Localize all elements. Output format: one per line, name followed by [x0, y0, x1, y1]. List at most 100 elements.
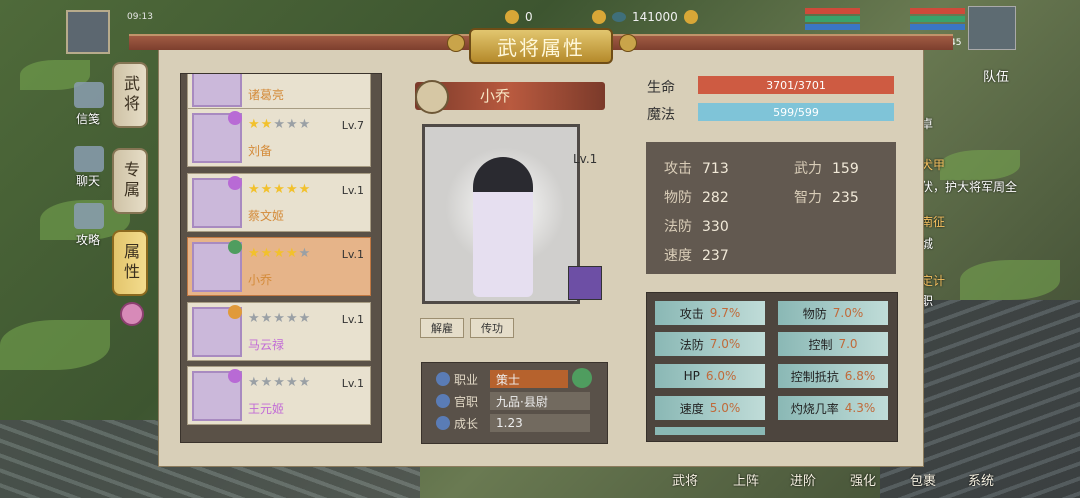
bonus-attack: 攻击 9.7%	[655, 301, 765, 325]
hero-stars: ★★★★★	[248, 246, 312, 261]
hero-stars: ★★★★★	[248, 182, 312, 197]
team-status-bars	[805, 8, 860, 32]
bottom-nav-hero[interactable]: 武将	[672, 470, 698, 489]
bonus-speed: 速度 5.0%	[655, 396, 765, 420]
hero-name: 刘备	[248, 144, 273, 158]
hero-card-xiaoqiao[interactable]: ★★★★★ Lv.1 小乔	[187, 237, 371, 296]
growth-row: 成长 1.23	[436, 413, 590, 433]
hero-card-caiwenji[interactable]: ★★★★★ Lv.1 蔡文姬	[187, 173, 371, 232]
stat-strength: 武力 159	[794, 161, 859, 177]
hero-name: 小乔	[248, 273, 273, 287]
rank-badge-icon	[228, 240, 242, 254]
hp-bar: 3701/3701	[698, 76, 894, 94]
hero-portrait	[192, 74, 242, 107]
letter-icon[interactable]	[74, 82, 104, 108]
bonus-burn-chance: 灼烧几率 4.3%	[778, 396, 888, 420]
tab-exclusive[interactable]: 专属	[112, 148, 148, 214]
growth-value: 1.23	[490, 414, 590, 432]
office-row: 官职 九品·县尉	[436, 391, 590, 411]
mp-label: 魔法	[647, 107, 675, 123]
target-avatar[interactable]	[968, 6, 1016, 50]
profession-row: 职业 策士	[436, 369, 568, 389]
hero-card-mayunlu[interactable]: ★★★★★ Lv.1 马云禄	[187, 302, 371, 361]
right-peek-text: 伏，护大将军周全	[921, 180, 1018, 194]
hero-card-zhugeliang[interactable]: 诸葛亮	[187, 74, 371, 111]
guide-label[interactable]: 攻略	[76, 231, 100, 248]
hero-level: Lv.1	[341, 377, 364, 390]
hero-stars: ★★★★★	[248, 375, 312, 390]
hero-list[interactable]: 诸葛亮 ★★★★★ Lv.7 刘备 ★★★★★ Lv.1 蔡文姬 ★★★★★ L…	[180, 73, 382, 443]
silver-resource: 141000	[592, 10, 698, 24]
bonus-hp: HP 6.0%	[655, 364, 765, 388]
growth-icon	[436, 416, 450, 430]
clock-text: 09:13	[127, 12, 153, 22]
stat-magic-def: 法防 330	[664, 219, 729, 235]
profession-value: 策士	[490, 370, 568, 388]
bonus-magic-def: 法防 7.0%	[655, 332, 765, 356]
hero-level: Lv.1	[341, 184, 364, 197]
stat-attack: 攻击 713	[664, 161, 729, 177]
silver-amount: 141000	[632, 10, 678, 24]
bonus-panel: 攻击 9.7% 物防 7.0% 法防 7.0% 控制 7.0 HP 6.0% 控制抵抗 6.…	[646, 292, 898, 442]
selected-hero-name: 小乔	[480, 87, 511, 105]
hero-name: 蔡文姬	[248, 209, 285, 223]
guide-icon[interactable]	[74, 203, 104, 229]
office-icon	[436, 394, 450, 408]
tab-attributes[interactable]: 属性	[112, 230, 148, 296]
tassel-ornament-icon	[120, 302, 144, 326]
hero-name: 王元姬	[248, 402, 285, 416]
bonus-control-resist: 控制抵抗 6.8%	[778, 364, 888, 388]
hero-level: Lv.1	[341, 313, 364, 326]
mp-bar: 599/599	[698, 103, 894, 121]
rank-badge-icon	[228, 305, 242, 319]
hero-level: Lv.7	[341, 119, 364, 132]
selected-hero-level: Lv.1	[573, 152, 598, 166]
rank-badge-icon	[228, 176, 242, 190]
hero-level: Lv.1	[341, 248, 364, 261]
tab-hero[interactable]: 武将	[112, 62, 148, 128]
bottom-nav-advance[interactable]: 进阶	[790, 470, 816, 489]
rank-badge-icon	[228, 369, 242, 383]
hero-stars: ★★★★★	[248, 311, 312, 326]
ornament-icon	[619, 34, 637, 52]
eye-icon	[612, 12, 626, 22]
hp-label: 生命	[647, 80, 675, 96]
bottom-nav-bag[interactable]: 包裹	[910, 470, 936, 489]
bonus-row-partial	[655, 427, 765, 435]
chat-icon[interactable]	[74, 146, 104, 172]
skill-icon[interactable]	[568, 266, 602, 300]
profession-icon	[436, 372, 450, 386]
transfer-skill-button[interactable]: 传功	[470, 318, 514, 338]
ally-status-bars	[910, 8, 965, 32]
chat-label[interactable]: 聊天	[76, 172, 100, 189]
bonus-control: 控制 7.0	[778, 332, 888, 356]
profession-emblem-icon	[572, 368, 592, 388]
bonus-physical-def: 物防 7.0%	[778, 301, 888, 325]
dismiss-button[interactable]: 解雇	[420, 318, 464, 338]
coin-icon	[592, 10, 606, 24]
office-value: 九品·县尉	[490, 392, 590, 410]
coin-icon	[683, 10, 698, 24]
gold-amount: 0	[525, 10, 533, 24]
bottom-nav-deploy[interactable]: 上阵	[733, 470, 759, 489]
panel-title: 武将属性	[469, 28, 613, 64]
team-label[interactable]: 队伍	[983, 66, 1009, 85]
hero-name: 诸葛亮	[248, 88, 285, 102]
hero-card-liubei[interactable]: ★★★★★ Lv.7 刘备	[187, 108, 371, 167]
hero-card-wangyuanji[interactable]: ★★★★★ Lv.1 王元姬	[187, 366, 371, 425]
right-peek-text: 南征	[921, 215, 946, 229]
ornament-icon	[447, 34, 465, 52]
hero-figure	[473, 157, 533, 297]
player-avatar[interactable]	[66, 10, 110, 54]
stats-panel: 攻击 713 武力 159 物防 282 智力 235 法防 330 速度 237	[646, 142, 896, 274]
stat-speed: 速度 237	[664, 248, 729, 264]
right-peek-text: 犬甲	[921, 158, 946, 172]
hero-stars: ★★★★★	[248, 117, 312, 132]
letter-label[interactable]: 信笺	[76, 110, 100, 127]
stat-physical-def: 物防 282	[664, 190, 729, 206]
bottom-nav-enhance[interactable]: 强化	[850, 470, 876, 489]
bottom-nav-system[interactable]: 系统	[968, 470, 994, 489]
right-peek-text: 定计	[921, 274, 946, 288]
gold-resource: 0	[505, 10, 533, 24]
bag-icon[interactable]	[415, 80, 449, 114]
